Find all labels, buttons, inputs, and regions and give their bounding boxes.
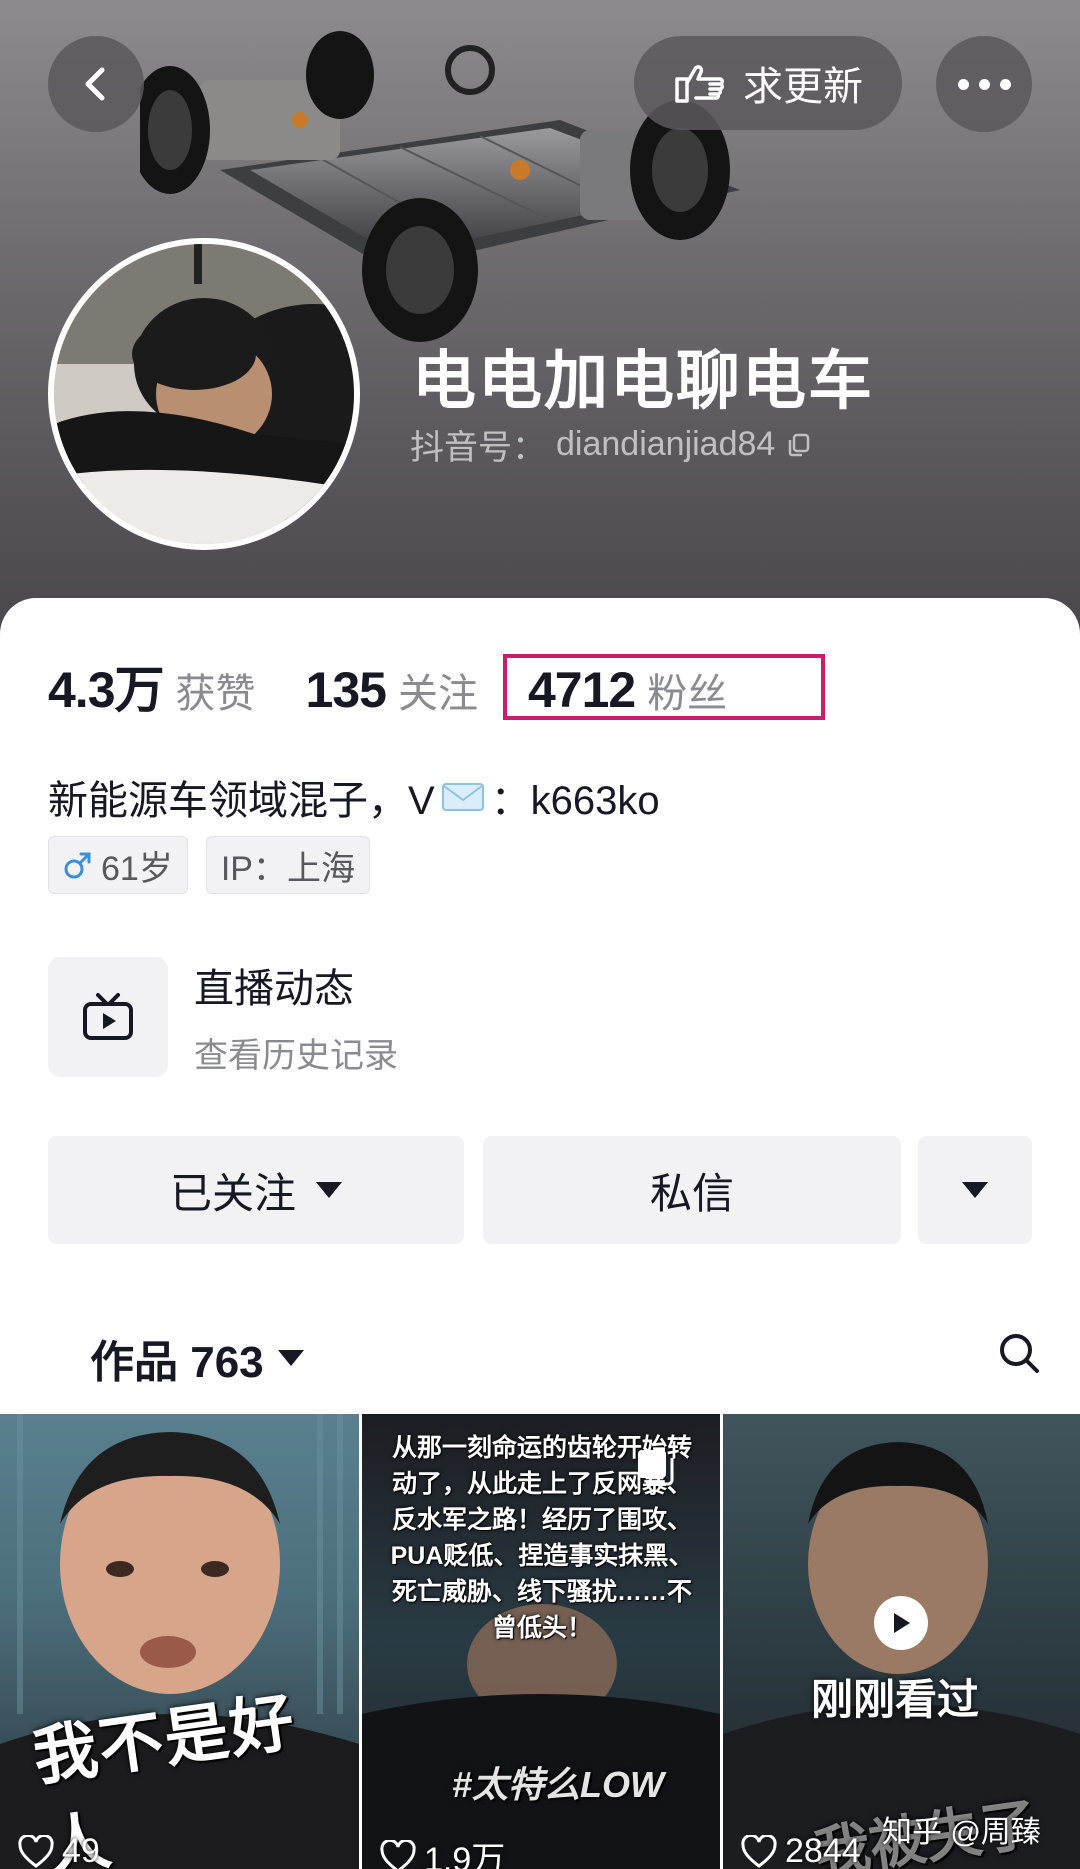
video-likes: 1.9万 bbox=[380, 1832, 505, 1869]
following-button[interactable]: 已关注 bbox=[48, 1136, 464, 1244]
douyin-id-row: 抖音号： diandianjiad84 bbox=[410, 420, 813, 469]
heart-icon bbox=[18, 1834, 54, 1868]
more-button[interactable] bbox=[936, 36, 1032, 132]
ip-location-tag: IP：上海 bbox=[205, 836, 370, 894]
heart-icon bbox=[380, 1839, 416, 1869]
video-tile[interactable]: 我被失了 刚刚看过 2844 bbox=[723, 1414, 1080, 1869]
heart-icon bbox=[741, 1834, 777, 1868]
caret-down-icon bbox=[316, 1182, 342, 1198]
hand-point-icon bbox=[675, 65, 724, 103]
video-likes: 2844 bbox=[741, 1832, 861, 1869]
message-button-label: 私信 bbox=[649, 1169, 734, 1217]
live-history-entry[interactable]: 直播动态 查看历史记录 bbox=[48, 956, 398, 1077]
message-button[interactable]: 私信 bbox=[483, 1136, 901, 1244]
caret-down-icon bbox=[962, 1182, 988, 1198]
just-watched-badge: 刚刚看过 bbox=[811, 1676, 980, 1723]
highlight-annotation-box bbox=[503, 654, 825, 720]
following-label: 关注 bbox=[397, 672, 478, 716]
caret-down-icon bbox=[277, 1350, 304, 1366]
following-button-label: 已关注 bbox=[169, 1169, 296, 1217]
profile-banner: 求更新 电电加电聊电车 抖音号： diandianjiad84 bbox=[0, 0, 1080, 640]
request-update-button[interactable]: 求更新 bbox=[634, 36, 902, 130]
stat-following[interactable]: 135 关注 bbox=[306, 661, 478, 719]
more-dots-icon bbox=[957, 78, 1011, 90]
multi-image-icon bbox=[638, 1450, 674, 1486]
likes-count: 49 bbox=[62, 1832, 100, 1869]
back-button[interactable] bbox=[48, 36, 144, 132]
works-tab[interactable]: 作品 763 bbox=[90, 1326, 304, 1390]
action-buttons: 已关注 私信 bbox=[48, 1136, 1032, 1244]
play-icon bbox=[874, 1596, 928, 1650]
search-icon[interactable] bbox=[996, 1330, 1042, 1376]
age-text: 61岁 bbox=[101, 849, 173, 888]
video-likes: 49 bbox=[18, 1832, 100, 1869]
tv-icon bbox=[83, 992, 133, 1040]
bio: 新能源车领域混子，V ：k663ko bbox=[48, 768, 660, 826]
chevron-left-icon bbox=[85, 67, 105, 101]
male-icon bbox=[64, 852, 91, 879]
envelope-icon bbox=[441, 783, 484, 811]
gender-age-tag: 61岁 bbox=[48, 836, 188, 894]
video-tile[interactable]: 我不是好人 49 bbox=[0, 1414, 359, 1869]
copy-icon[interactable] bbox=[785, 431, 813, 459]
video-tile[interactable]: 从那一刻命运的齿轮开始转动了，从此走上了反网暴、反水军之路！经历了围攻、PUA贬… bbox=[362, 1414, 720, 1869]
bio-text-end: ：k663ko bbox=[490, 779, 660, 823]
douyin-id-label: 抖音号： bbox=[410, 429, 546, 467]
live-subtitle: 查看历史记录 bbox=[194, 1037, 398, 1075]
live-title: 直播动态 bbox=[194, 967, 354, 1011]
stat-likes[interactable]: 4.3万 获赞 bbox=[48, 650, 256, 722]
video-grid: 我不是好人 49 从那一刻命运的齿轮开始转动了，从此走上了反网暴、反水军之路！经… bbox=[0, 1414, 1080, 1869]
douyin-id-value: diandianjiad84 bbox=[556, 425, 776, 463]
likes-label: 获赞 bbox=[175, 672, 256, 716]
avatar-photo bbox=[54, 244, 354, 544]
video-hashtag: #太特么LOW bbox=[452, 1764, 664, 1805]
bio-text-start: 新能源车领域混子，V bbox=[48, 779, 435, 823]
likes-count: 1.9万 bbox=[424, 1841, 506, 1869]
works-label: 作品 763 bbox=[90, 1338, 264, 1387]
following-count: 135 bbox=[305, 662, 387, 718]
ip-text: IP：上海 bbox=[220, 849, 355, 888]
likes-count: 2844 bbox=[785, 1832, 861, 1869]
more-actions-dropdown[interactable] bbox=[918, 1136, 1032, 1244]
profile-name: 电电加电聊电车 bbox=[412, 345, 874, 417]
likes-count: 4.3万 bbox=[48, 662, 165, 718]
request-update-label: 求更新 bbox=[743, 65, 863, 109]
profile-tags: 61岁 IP：上海 bbox=[48, 836, 370, 894]
watermark: 知乎 @周臻 bbox=[882, 1816, 1041, 1849]
live-text: 直播动态 查看历史记录 bbox=[194, 956, 398, 1077]
live-icon-box bbox=[48, 956, 168, 1077]
avatar[interactable] bbox=[48, 238, 360, 550]
